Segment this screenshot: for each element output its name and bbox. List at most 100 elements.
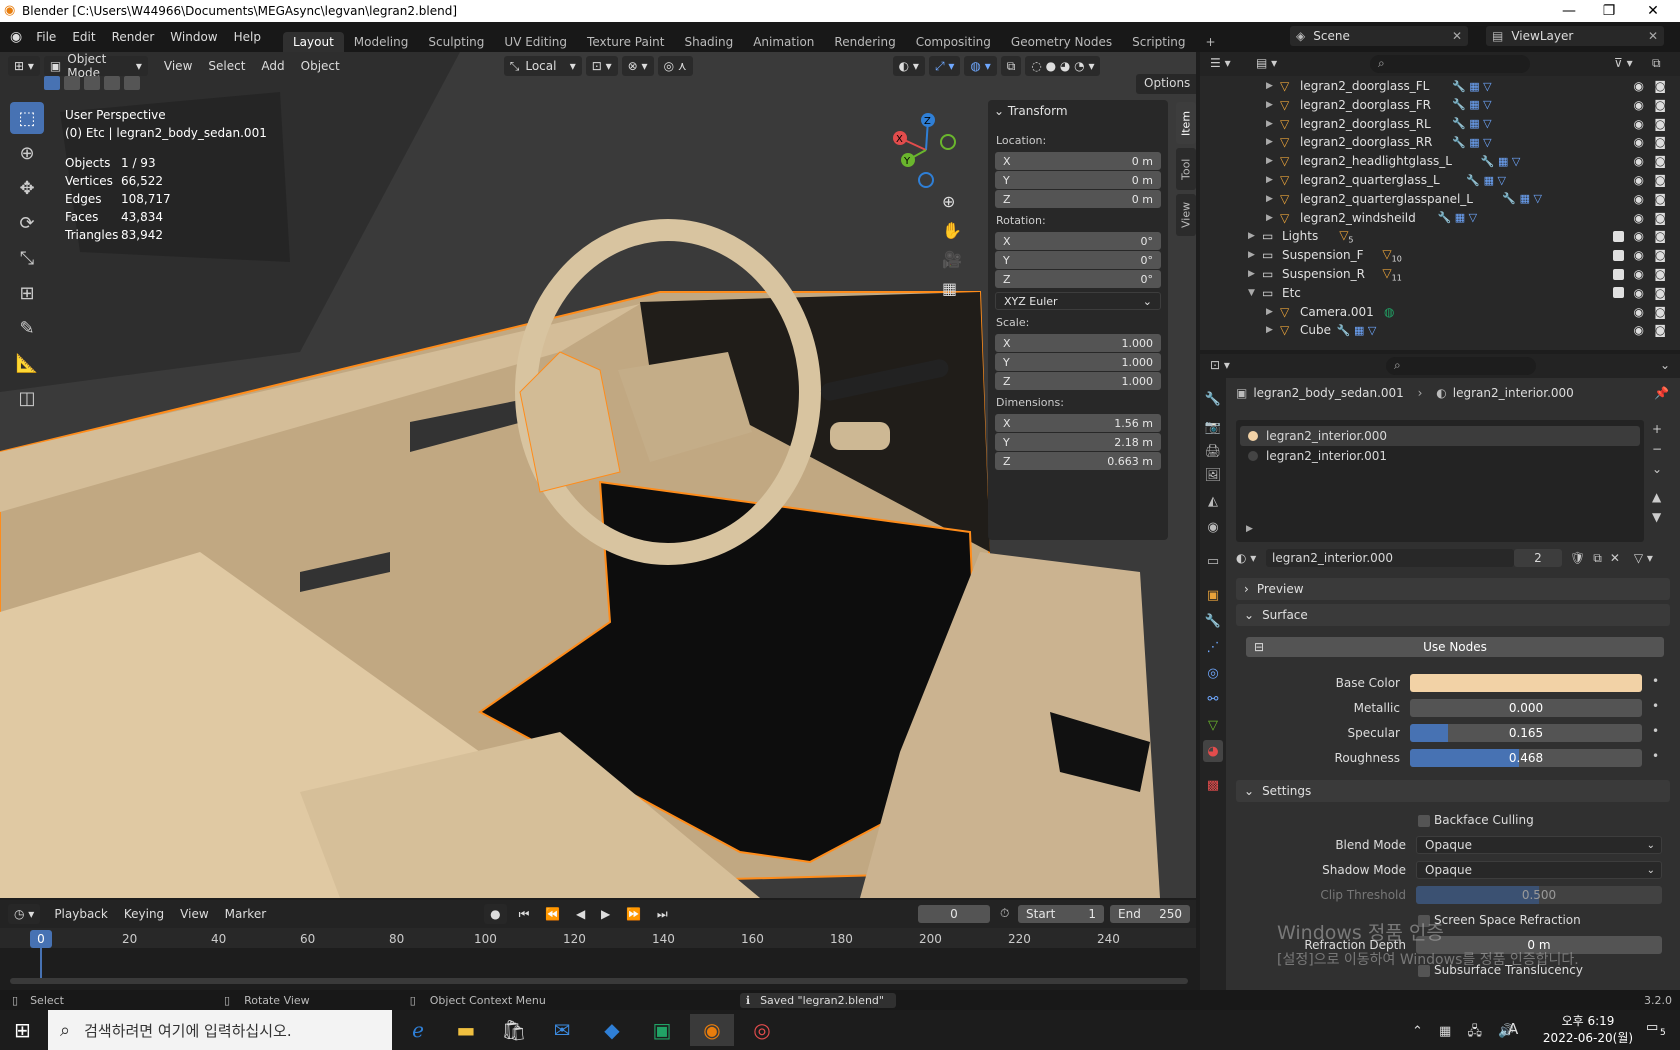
eye-icon[interactable]: ◉: [1634, 323, 1644, 337]
outliner-row[interactable]: ▶ ▽ legran2_windsheild 🔧 ▦ ▽ ◉ ◙: [1200, 208, 1680, 228]
outliner-editor-type-icon[interactable]: ☰ ▾: [1210, 56, 1231, 70]
close-icon[interactable]: ✕: [1452, 29, 1462, 43]
material-users-count[interactable]: 2: [1514, 549, 1562, 567]
location-z-field[interactable]: Z0 m: [995, 190, 1161, 208]
orientation-selector[interactable]: ⤡ Local ▾: [503, 56, 582, 76]
menu-window[interactable]: Window: [162, 30, 225, 44]
outliner-row[interactable]: ▶ ▽ legran2_quarterglass_L 🔧 ▦ ▽ ◉ ◙: [1200, 170, 1680, 190]
modifier-data-icons[interactable]: 🔧 ▦ ▽: [1438, 211, 1478, 224]
select-new-icon[interactable]: [44, 76, 60, 90]
overlay-toggle[interactable]: ◍ ▾: [964, 56, 997, 76]
blender-menu-icon[interactable]: ◉: [10, 29, 22, 45]
outliner-row[interactable]: ▼ ▭ Etc ◉ ◙: [1200, 283, 1680, 303]
base-color-swatch[interactable]: [1410, 674, 1642, 692]
properties-search-input[interactable]: ⌕: [1386, 357, 1536, 375]
fake-user-icon[interactable]: 🛡: [1570, 551, 1585, 565]
viewlayer-selector[interactable]: ▤ ViewLayer ✕: [1486, 26, 1664, 46]
viewport-menu-select[interactable]: Select: [200, 59, 253, 73]
eye-icon[interactable]: ◉: [1634, 248, 1644, 262]
texture-tab-icon[interactable]: ▩: [1203, 774, 1223, 796]
specular-slider[interactable]: 0.165: [1410, 724, 1642, 742]
modifier-data-icons[interactable]: 🔧 ▦ ▽: [1502, 192, 1542, 205]
render-camera-icon[interactable]: ◙: [1654, 117, 1666, 131]
outliner-row[interactable]: ▶ ▽ legran2_doorglass_FR 🔧 ▦ ▽ ◉ ◙: [1200, 95, 1680, 115]
metallic-slider[interactable]: 0.000: [1410, 699, 1642, 717]
timeline-editor[interactable]: ◷ ▾ Playback Keying View Marker ● ⏮ ⏪ ◀ …: [0, 900, 1196, 990]
socket-dot-icon[interactable]: •: [1652, 674, 1659, 688]
zoom-icon[interactable]: ⊕: [942, 192, 962, 211]
location-x-field[interactable]: X0 m: [995, 152, 1161, 170]
blend-mode-dropdown[interactable]: Opaque ⌄: [1416, 836, 1662, 854]
modifier-data-icons[interactable]: 🔧 ▦ ▽: [1452, 80, 1492, 93]
eye-icon[interactable]: ◉: [1634, 98, 1644, 112]
world-tab-icon[interactable]: ◉: [1203, 516, 1223, 538]
rotate-tool-icon[interactable]: ⟳: [10, 207, 44, 239]
modifier-data-icons[interactable]: 🔧 ▦ ▽: [1466, 174, 1506, 187]
render-camera-icon[interactable]: ◙: [1654, 154, 1666, 168]
render-camera-icon[interactable]: ◙: [1654, 229, 1666, 243]
expand-arrow-icon[interactable]: ▶: [1266, 119, 1273, 129]
eye-icon[interactable]: ◉: [1634, 267, 1644, 281]
select-box-tool-icon[interactable]: ⬚: [10, 102, 44, 134]
preview-panel-header[interactable]: › Preview: [1236, 578, 1670, 600]
outliner-row[interactable]: ▶ ▭ Lights ▽5 ◉ ◙: [1200, 226, 1680, 246]
exclude-checkbox[interactable]: [1613, 230, 1624, 242]
outliner-row[interactable]: ▶ ▽ Cube 🔧 ▦ ▽ ◉ ◙: [1200, 320, 1680, 340]
particles-tab-icon[interactable]: ⋰: [1203, 636, 1223, 658]
eye-icon[interactable]: ◉: [1634, 286, 1644, 300]
outliner-search-input[interactable]: ⌕: [1370, 55, 1530, 73]
subsurface-translucency-checkbox[interactable]: [1418, 965, 1430, 977]
outliner-row[interactable]: ▶ ▽ Camera.001 ◍ ◉ ◙: [1200, 302, 1680, 322]
select-intersect-icon[interactable]: [124, 76, 140, 90]
display-mode-icon[interactable]: ▤ ▾: [1256, 56, 1277, 70]
expand-arrow-icon[interactable]: ▶: [1266, 137, 1273, 147]
snap-toggle[interactable]: ⊗ ▾: [621, 56, 654, 76]
playback-controls[interactable]: ⏮ ⏪ ◀ ▶ ⏩ ⏭: [519, 907, 674, 922]
expand-arrow-icon[interactable]: ▶: [1248, 269, 1255, 279]
tab-texture-paint[interactable]: Texture Paint: [577, 32, 674, 52]
saved-report[interactable]: ℹ Saved "legran2.blend": [739, 992, 896, 1008]
location-y-field[interactable]: Y0 m: [995, 171, 1161, 189]
rotation-z-field[interactable]: Z 0°: [995, 270, 1161, 288]
modifier-data-icons[interactable]: 🔧 ▦ ▽: [1481, 155, 1521, 168]
tab-uv-editing[interactable]: UV Editing: [494, 32, 577, 52]
eye-icon[interactable]: ◉: [1634, 79, 1644, 93]
slot-menu-icon[interactable]: ⌄: [1652, 462, 1662, 476]
pivot-selector[interactable]: ⊡ ▾: [585, 56, 618, 76]
scale-z-field[interactable]: Z 1.000: [995, 372, 1161, 390]
sidebar-tab-view[interactable]: View: [1176, 194, 1196, 236]
options-button[interactable]: Options: [1136, 74, 1196, 94]
timeline-editor-type-button[interactable]: ◷ ▾: [8, 904, 41, 924]
expand-arrow-icon[interactable]: ▶: [1248, 231, 1255, 241]
viewport-menu-object[interactable]: Object: [293, 59, 348, 73]
duplicate-icon[interactable]: ⧉: [1593, 551, 1602, 566]
outliner-row[interactable]: ▶ ▽ legran2_doorglass_FL 🔧 ▦ ▽ ◉ ◙: [1200, 76, 1680, 96]
viewport-menu-view[interactable]: View: [156, 59, 200, 73]
eye-icon[interactable]: ◉: [1634, 135, 1644, 149]
socket-dot-icon[interactable]: •: [1652, 749, 1659, 763]
scale-tool-icon[interactable]: ⤡: [10, 242, 44, 274]
outliner-row[interactable]: ▶ ▭ Suspension_F ▽10 ◉ ◙: [1200, 245, 1680, 265]
mode-selector[interactable]: ▣ Object Mode ▾: [43, 52, 148, 80]
editor-type-button[interactable]: ⊞ ▾: [8, 56, 40, 76]
viewport-menu-add[interactable]: Add: [253, 59, 292, 73]
shading-modes[interactable]: ◌ ● ◕ ◔ ▾: [1025, 56, 1101, 76]
system-tray-icons[interactable]: ⌃ ▦ 🖧 🔊: [1412, 1022, 1520, 1044]
menu-help[interactable]: Help: [226, 30, 269, 44]
timeline-menu-view[interactable]: View: [172, 907, 216, 921]
expand-arrow-icon[interactable]: ▶: [1266, 100, 1273, 110]
navigation-gizmo[interactable]: Z X Y: [886, 110, 966, 190]
rotation-y-field[interactable]: Y 0°: [995, 251, 1161, 269]
outliner-row[interactable]: ▶ ▽ legran2_doorglass_RR 🔧 ▦ ▽ ◉ ◙: [1200, 132, 1680, 152]
add-cube-tool-icon[interactable]: ◫: [10, 382, 44, 414]
expand-arrow-icon[interactable]: ▶: [1266, 325, 1273, 335]
maximize-button[interactable]: ❐: [1586, 0, 1632, 22]
expand-arrow-icon[interactable]: ▼: [1248, 288, 1255, 298]
material-slot-1[interactable]: legran2_interior.001: [1240, 446, 1640, 466]
windows-start-icon[interactable]: ⊞: [14, 1018, 31, 1042]
expand-arrow-icon[interactable]: ▶: [1266, 156, 1273, 166]
render-camera-icon[interactable]: ◙: [1654, 135, 1666, 149]
select-invert-icon[interactable]: [104, 76, 120, 90]
refraction-depth-field[interactable]: 0 m: [1416, 936, 1662, 954]
camera-data-icon[interactable]: ◍: [1384, 305, 1394, 319]
